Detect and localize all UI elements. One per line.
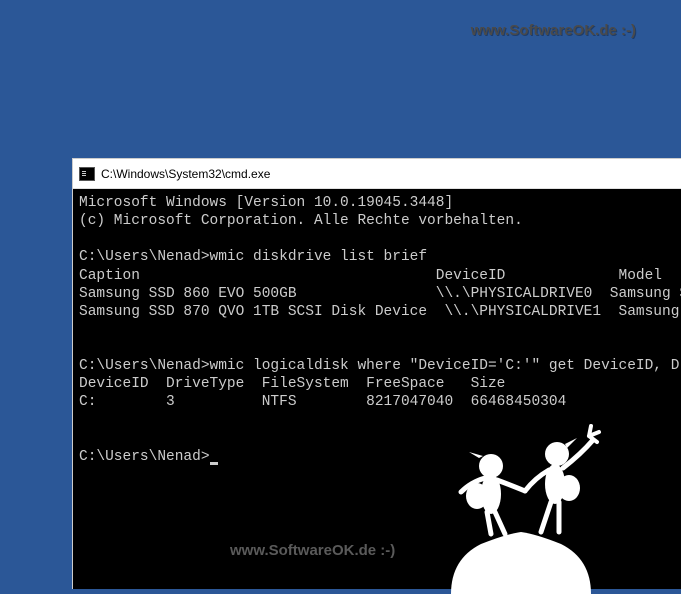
terminal-prompt: C:\Users\Nenad> xyxy=(79,449,210,465)
terminal-output: DeviceID DriveType FileSystem FreeSpace … xyxy=(79,376,505,392)
window-title: C:\Windows\System32\cmd.exe xyxy=(101,167,270,181)
mascot-illustration xyxy=(391,394,651,594)
terminal-output: Samsung SSD 870 QVO 1TB SCSI Disk Device… xyxy=(79,304,681,320)
terminal-prompt: C:\Users\Nenad>wmic diskdrive list brief xyxy=(79,249,427,265)
cmd-icon xyxy=(79,167,95,181)
terminal-prompt: C:\Users\Nenad>wmic logicaldisk where "D… xyxy=(79,358,681,374)
watermark-top: www.SoftwareOK.de :-) xyxy=(471,22,636,39)
terminal-output: Caption DeviceID Model xyxy=(79,268,662,284)
watermark-bottom: www.SoftwareOK.de :-) xyxy=(230,542,395,559)
terminal-output: Samsung SSD 860 EVO 500GB \\.\PHYSICALDR… xyxy=(79,286,681,302)
cursor xyxy=(210,462,218,465)
terminal-line: Microsoft Windows [Version 10.0.19045.34… xyxy=(79,195,453,211)
terminal-line: (c) Microsoft Corporation. Alle Rechte v… xyxy=(79,213,523,229)
titlebar[interactable]: C:\Windows\System32\cmd.exe xyxy=(73,159,681,189)
